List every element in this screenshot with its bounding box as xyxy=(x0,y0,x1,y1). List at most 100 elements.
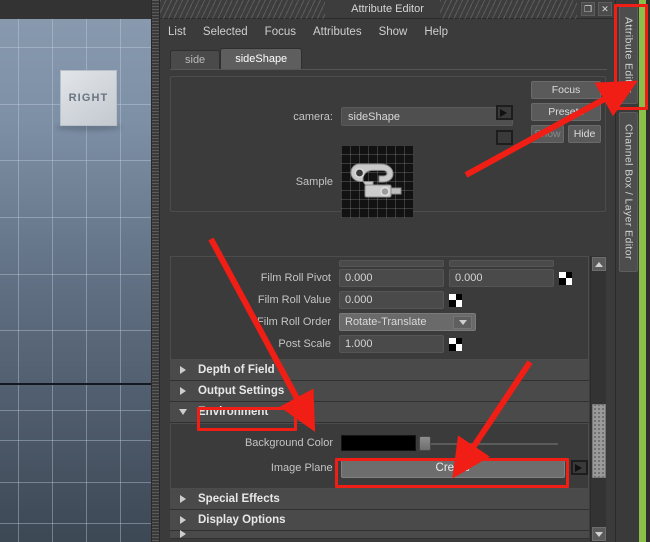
film-roll-order-select[interactable]: Rotate-Translate xyxy=(339,313,476,331)
slider-handle[interactable] xyxy=(419,435,431,451)
create-image-plane-button[interactable]: Create xyxy=(340,457,566,478)
grid-line xyxy=(0,482,151,483)
presets-button[interactable]: Presets xyxy=(531,103,601,121)
post-scale-row: Post Scale 1.000 xyxy=(171,333,588,355)
title-hatch-right xyxy=(440,0,577,19)
environment-section-body: Background Color Image Plane Create xyxy=(170,423,589,489)
right-view-cube[interactable]: RIGHT xyxy=(60,70,117,126)
attribute-editor-title-bar[interactable]: Attribute Editor ❐ ✕ xyxy=(160,0,615,19)
scrollbar-thumb[interactable] xyxy=(592,404,606,478)
grid-line xyxy=(0,274,151,275)
camera-side-buttons: Focus Presets Show Hide xyxy=(531,81,601,143)
sample-preview-thumbnail[interactable] xyxy=(341,146,413,218)
background-color-slider[interactable] xyxy=(419,435,558,451)
image-plane-load-arrow-icon[interactable] xyxy=(571,460,588,475)
film-roll-value-keyframe-icon[interactable] xyxy=(449,293,462,307)
vertical-tab-attribute-editor[interactable]: Attribute Editor xyxy=(619,6,638,104)
section-depth-of-field[interactable]: Depth of Field xyxy=(170,360,589,381)
menu-item-attributes[interactable]: Attributes xyxy=(313,26,362,38)
copy-tab-icon[interactable] xyxy=(496,130,513,145)
grid-line xyxy=(0,523,151,524)
post-scale-label: Post Scale xyxy=(278,338,331,350)
close-window-button[interactable]: ✕ xyxy=(598,2,612,16)
attribute-scroll-area: Film Roll Pivot 0.000 0.000 Film Roll Va… xyxy=(170,256,606,542)
section-special-effects[interactable]: Special Effects xyxy=(170,489,589,510)
menu-bar: List Selected Focus Attributes Show Help xyxy=(160,19,615,45)
post-scale-input[interactable]: 1.000 xyxy=(339,335,444,353)
background-color-swatch[interactable] xyxy=(341,434,416,451)
grid-line xyxy=(0,330,151,331)
image-plane-row: Image Plane Create xyxy=(171,455,588,480)
film-roll-value-input[interactable]: 0.000 xyxy=(339,291,444,309)
background-color-row: Background Color xyxy=(171,430,588,455)
grid-line xyxy=(120,19,121,542)
hide-button[interactable]: Hide xyxy=(568,125,601,143)
menu-item-focus[interactable]: Focus xyxy=(265,26,296,38)
camera-card-container: camera: sideShape Sample Focus Presets S… xyxy=(160,70,615,218)
menu-item-selected[interactable]: Selected xyxy=(203,26,248,38)
camera-icon xyxy=(350,163,402,198)
camera-name-input[interactable]: sideShape xyxy=(341,107,513,126)
load-attributes-arrow-icon[interactable] xyxy=(496,105,513,120)
chevron-right-icon xyxy=(180,529,186,538)
view-cube-label: RIGHT xyxy=(68,92,109,104)
section-environment-label: Environment xyxy=(198,406,269,418)
title-bar-buttons: ❐ ✕ xyxy=(581,2,612,16)
green-accent-strip xyxy=(639,0,646,542)
section-clipped-below[interactable] xyxy=(170,529,589,539)
grid-line xyxy=(0,217,151,218)
tab-sideshape[interactable]: sideShape xyxy=(220,48,303,69)
tab-sideshape-label: sideShape xyxy=(235,53,288,65)
image-plane-label: Image Plane xyxy=(270,461,333,474)
attribute-scrollbar[interactable] xyxy=(590,256,606,542)
clipped-row-above xyxy=(171,259,588,267)
viewport-top-bar xyxy=(0,0,151,19)
menu-item-show[interactable]: Show xyxy=(379,26,408,38)
title-hatch-left xyxy=(160,0,325,19)
grid-line xyxy=(0,47,151,48)
section-depth-of-field-label: Depth of Field xyxy=(198,364,275,376)
chevron-down-icon[interactable] xyxy=(453,316,472,329)
camera-card: camera: sideShape Sample Focus Presets S… xyxy=(170,76,606,218)
film-roll-pivot-x-input[interactable]: 0.000 xyxy=(339,269,444,287)
restore-window-button[interactable]: ❐ xyxy=(581,2,595,16)
section-output-settings[interactable]: Output Settings xyxy=(170,381,589,402)
grid-line xyxy=(0,440,151,441)
chevron-down-icon xyxy=(179,409,187,415)
menu-item-help[interactable]: Help xyxy=(424,26,448,38)
menu-item-list[interactable]: List xyxy=(168,26,186,38)
show-hide-group: Show Hide xyxy=(531,125,601,143)
post-scale-keyframe-icon[interactable] xyxy=(449,337,462,351)
attribute-editor-panel: Attribute Editor ❐ ✕ List Selected Focus… xyxy=(160,0,615,542)
section-output-settings-label: Output Settings xyxy=(198,385,285,397)
chevron-right-icon xyxy=(180,366,186,374)
panel-splitter[interactable] xyxy=(151,0,160,542)
far-right-edge-strip xyxy=(646,0,650,542)
section-display-options-label: Display Options xyxy=(198,514,286,526)
tab-side[interactable]: side xyxy=(170,50,221,69)
sample-row: Sample xyxy=(177,146,599,218)
film-roll-pivot-y-input[interactable]: 0.000 xyxy=(449,269,554,287)
section-environment[interactable]: Environment xyxy=(170,402,589,423)
film-roll-pivot-row: Film Roll Pivot 0.000 0.000 xyxy=(171,267,588,289)
section-display-options[interactable]: Display Options xyxy=(170,510,589,531)
film-roll-order-value: Rotate-Translate xyxy=(345,316,427,328)
film-roll-value-row: Film Roll Value 0.000 xyxy=(171,289,588,311)
vertical-tab-channel-box[interactable]: Channel Box / Layer Editor xyxy=(619,112,638,272)
background-color-label: Background Color xyxy=(244,436,333,449)
show-button[interactable]: Show xyxy=(531,125,564,143)
film-roll-pivot-keyframe-icon[interactable] xyxy=(559,271,572,285)
film-roll-pivot-label: Film Roll Pivot xyxy=(260,272,331,284)
grid-line xyxy=(0,160,151,161)
grid-line xyxy=(52,19,53,542)
film-roll-parameter-block: Film Roll Pivot 0.000 0.000 Film Roll Va… xyxy=(170,256,589,360)
chevron-right-icon xyxy=(180,495,186,503)
viewport-panel[interactable]: RIGHT xyxy=(0,0,151,542)
horizon-axis-line xyxy=(0,383,151,385)
focus-button[interactable]: Focus xyxy=(531,81,601,99)
window-title: Attribute Editor xyxy=(345,3,430,15)
scroll-up-button[interactable] xyxy=(592,257,606,271)
scroll-down-button[interactable] xyxy=(592,527,606,541)
film-roll-order-row: Film Roll Order Rotate-Translate xyxy=(171,311,588,333)
attribute-list: Film Roll Pivot 0.000 0.000 Film Roll Va… xyxy=(170,256,589,542)
